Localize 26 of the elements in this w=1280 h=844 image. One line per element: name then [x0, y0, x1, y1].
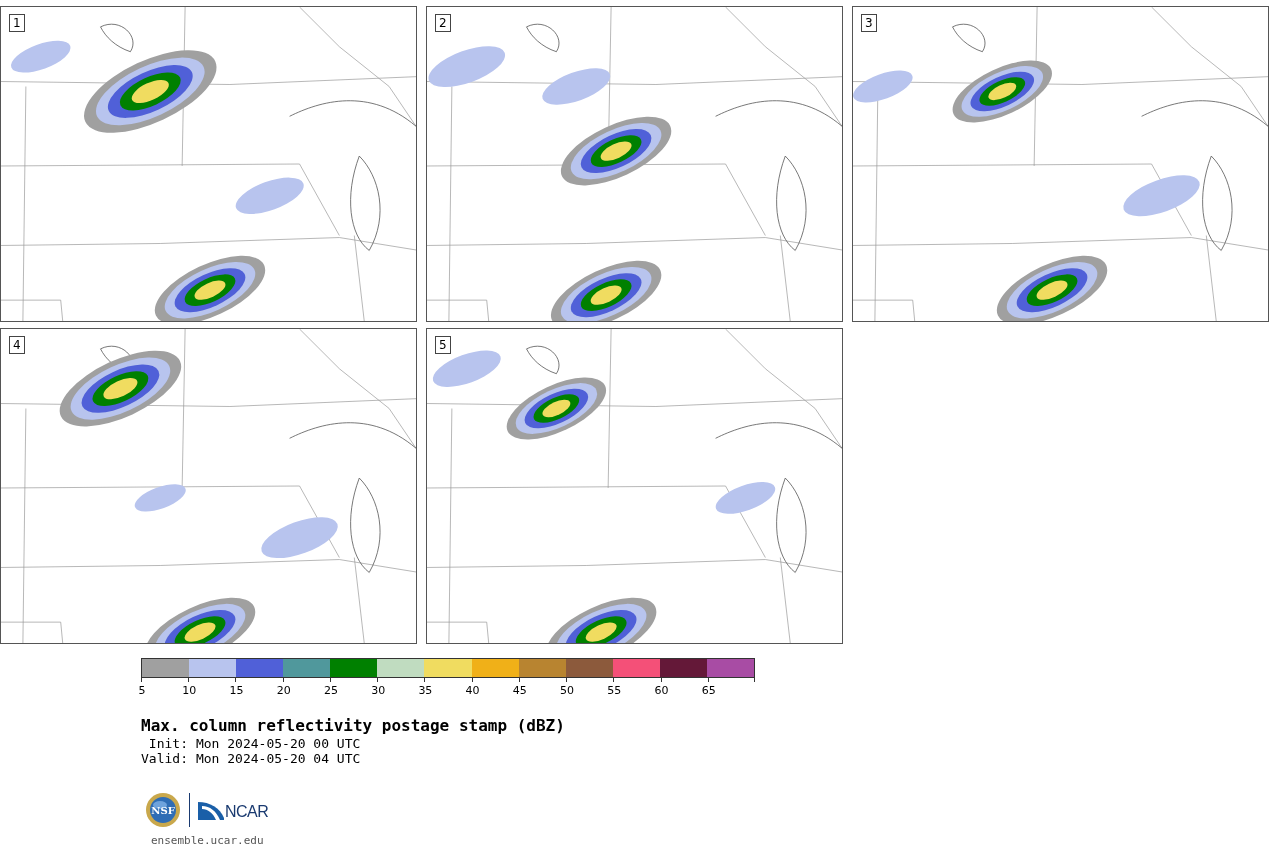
- panel-number: 1: [9, 14, 25, 32]
- panel-number: 2: [435, 14, 451, 32]
- panel-number: 5: [435, 336, 451, 354]
- panel-number: 3: [861, 14, 877, 32]
- tick-label: 5: [138, 684, 146, 697]
- tick-label: 20: [276, 684, 291, 697]
- tick-label: 65: [701, 684, 716, 697]
- website-url: ensemble.ucar.edu: [151, 834, 265, 844]
- time-value: Mon 2024-05-20 04 UTC: [195, 751, 361, 766]
- tick-label: 60: [654, 684, 669, 697]
- tick-label: 50: [560, 684, 575, 697]
- time-label: Valid:: [141, 751, 188, 766]
- nsf-logo: NSF: [145, 792, 181, 828]
- tick-label: 55: [607, 684, 622, 697]
- tick-label: 10: [182, 684, 197, 697]
- time-label: Init:: [147, 736, 188, 751]
- time-value: Mon 2024-05-20 00 UTC: [195, 736, 361, 751]
- panel-number: 4: [9, 336, 25, 354]
- tick-label: 30: [371, 684, 386, 697]
- tick-label: 25: [323, 684, 338, 697]
- tick-label: 45: [512, 684, 527, 697]
- tick-label: 15: [229, 684, 244, 697]
- tick-label: 40: [465, 684, 480, 697]
- ncar-logo: NCAR: [198, 800, 269, 820]
- chart-title: Max. column reflectivity postage stamp (dBZ): [141, 716, 566, 735]
- tick-label: 35: [418, 684, 433, 697]
